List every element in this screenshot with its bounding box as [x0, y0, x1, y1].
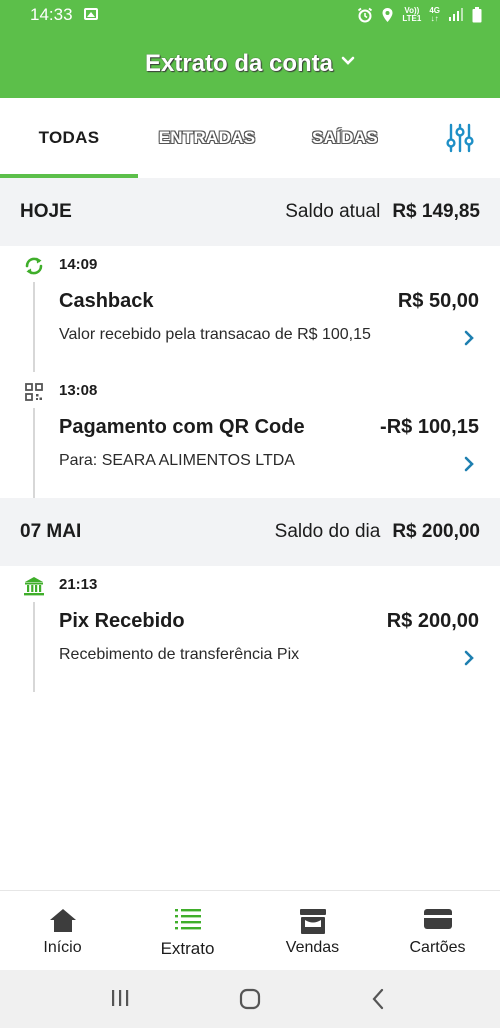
- transaction-time: 21:13: [59, 576, 98, 593]
- saldo-value: R$ 149,85: [392, 201, 480, 222]
- back-icon[interactable]: [371, 988, 385, 1010]
- volte-icon: Vo)) LTE1: [402, 6, 422, 23]
- section-header-hoje: HOJE Saldo atual R$ 149,85: [0, 178, 500, 246]
- status-time: 14:33: [30, 5, 73, 24]
- transaction-title: Cashback: [59, 290, 154, 312]
- chevron-down-icon[interactable]: [341, 56, 355, 66]
- nav-item-cartoes[interactable]: Cartões: [375, 891, 500, 971]
- nav-label[interactable]: Início: [0, 939, 125, 957]
- bottom-navigation: Início Extrato Vendas Cartões: [0, 890, 500, 970]
- cashback-refresh-icon: [22, 254, 46, 278]
- filter-button[interactable]: [430, 98, 490, 178]
- home-circle-icon[interactable]: [239, 988, 261, 1010]
- list-icon[interactable]: [174, 907, 202, 933]
- transaction-description: Para: SEARA ALIMENTOS LTDA: [59, 452, 295, 469]
- nav-label[interactable]: Cartões: [375, 939, 500, 957]
- transaction-description: Valor recebido pela transacao de R$ 100,…: [59, 326, 371, 343]
- alarm-icon: [358, 7, 373, 23]
- timeline-line: [33, 602, 35, 692]
- card-icon[interactable]: [423, 907, 453, 931]
- transaction-title: Pix Recebido: [59, 610, 185, 632]
- saldo-label: Saldo do dia: [274, 521, 381, 542]
- home-icon[interactable]: [48, 907, 78, 933]
- app-header[interactable]: Extrato da conta: [0, 30, 500, 98]
- saldo-label: Saldo atual: [285, 201, 381, 222]
- transaction-item[interactable]: 14:09 Cashback R$ 50,00 Valor recebido p…: [0, 246, 500, 372]
- status-icons: Vo)) LTE1 4G ↓↑: [357, 5, 482, 25]
- transaction-amount: R$ 50,00: [397, 290, 479, 312]
- transaction-amount: R$ 200,00: [386, 610, 479, 632]
- 4g-icon: 4G ↓↑: [429, 6, 440, 23]
- transaction-description: Recebimento de transferência Pix: [59, 646, 300, 663]
- page-title[interactable]: Extrato da conta: [145, 50, 333, 78]
- filter-sliders-icon[interactable]: [446, 123, 474, 153]
- section-header-07-mai: 07 MAI Saldo do dia R$ 200,00: [0, 498, 500, 566]
- status-bar: 14:33 Vo)) LTE1 4G ↓↑: [0, 0, 500, 30]
- nav-label[interactable]: Vendas: [250, 939, 375, 957]
- nav-item-inicio[interactable]: Início: [0, 891, 125, 971]
- system-navigation-bar: [0, 970, 500, 1028]
- battery-icon: [472, 7, 482, 23]
- tab-entradas[interactable]: ENTRADAS: [138, 98, 276, 178]
- location-icon: [382, 8, 393, 22]
- bank-icon: [22, 574, 46, 598]
- transaction-item[interactable]: 21:13 Pix Recebido R$ 200,00 Recebimento…: [0, 566, 500, 696]
- tab-saidas[interactable]: SAÍDAS: [276, 98, 414, 178]
- saldo-value: R$ 200,00: [392, 521, 480, 542]
- chevron-right-icon[interactable]: [464, 456, 474, 472]
- transaction-time: 14:09: [59, 256, 98, 273]
- timeline-line: [33, 408, 35, 498]
- nav-item-vendas[interactable]: Vendas: [250, 891, 375, 971]
- store-icon[interactable]: [298, 907, 328, 935]
- timeline-line: [33, 282, 35, 372]
- qr-code-icon: [22, 380, 46, 404]
- transaction-time: 13:08: [59, 382, 98, 399]
- nav-label[interactable]: Extrato: [125, 939, 250, 959]
- filter-tabs: TODAS ENTRADAS SAÍDAS: [0, 98, 500, 178]
- nav-item-extrato[interactable]: Extrato: [125, 891, 250, 971]
- signal-icon: [449, 8, 463, 21]
- transaction-amount: -R$ 100,15: [380, 416, 479, 438]
- tab-todas[interactable]: TODAS: [0, 98, 138, 178]
- section-date: 07 MAI: [20, 521, 82, 542]
- transaction-item[interactable]: 13:08 Pagamento com QR Code -R$ 100,15 P…: [0, 372, 500, 498]
- transaction-title: Pagamento com QR Code: [59, 416, 305, 438]
- recent-apps-icon[interactable]: [110, 988, 130, 1008]
- gallery-icon: [84, 8, 98, 20]
- chevron-right-icon[interactable]: [464, 650, 474, 666]
- section-date: HOJE: [20, 201, 72, 222]
- chevron-right-icon[interactable]: [464, 330, 474, 346]
